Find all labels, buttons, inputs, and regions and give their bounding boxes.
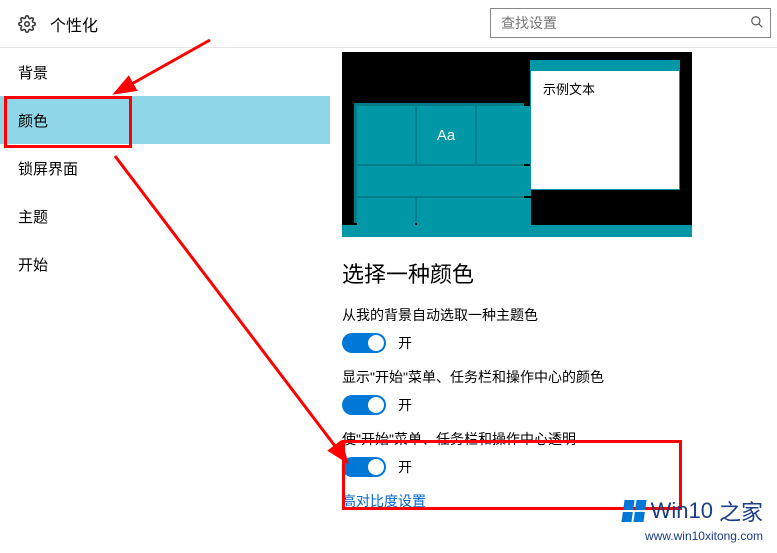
sidebar-item-label: 颜色 — [18, 110, 48, 131]
preview-window-text: 示例文本 — [531, 71, 679, 106]
setting-label: 显示"开始"菜单、任务栏和操作中心的颜色 — [342, 367, 757, 387]
color-preview: Aa 示例文本 — [342, 52, 692, 237]
main-pane: Aa 示例文本 选择一种颜色 从我的背景自动选取一种主题色 开 显示"开始"菜单… — [330, 48, 777, 553]
toggle-transparency[interactable] — [342, 457, 386, 477]
windows-logo-icon — [621, 500, 646, 522]
preview-tile — [357, 106, 415, 164]
preview-tile — [357, 198, 415, 228]
toggle-state: 开 — [398, 333, 412, 353]
sidebar-item-start[interactable]: 开始 — [0, 240, 330, 288]
preview-tile — [417, 198, 531, 228]
gear-icon — [18, 15, 36, 33]
search-field[interactable] — [501, 15, 750, 31]
search-input[interactable] — [490, 8, 771, 38]
toggle-state: 开 — [398, 395, 412, 415]
setting-show-color: 显示"开始"菜单、任务栏和操作中心的颜色 开 — [342, 367, 757, 415]
watermark-brand-b: 之家 — [719, 495, 763, 527]
toggle-state: 开 — [398, 457, 412, 477]
search-icon — [750, 15, 764, 32]
page-title: 个性化 — [50, 12, 98, 36]
sidebar-item-themes[interactable]: 主题 — [0, 192, 330, 240]
toggle-show-color[interactable] — [342, 395, 386, 415]
sidebar-item-lockscreen[interactable]: 锁屏界面 — [0, 144, 330, 192]
section-title: 选择一种颜色 — [342, 257, 757, 289]
watermark: Win10之家 www.win10xitong.com — [623, 495, 763, 543]
preview-tile — [477, 106, 531, 164]
sidebar-item-label: 开始 — [18, 254, 48, 275]
sidebar: 背景 颜色 锁屏界面 主题 开始 — [0, 48, 330, 553]
setting-transparency: 使"开始"菜单、任务栏和操作中心透明 开 — [342, 429, 757, 477]
sidebar-item-colors[interactable]: 颜色 — [0, 96, 330, 144]
preview-window: 示例文本 — [530, 60, 680, 190]
toggle-auto-accent[interactable] — [342, 333, 386, 353]
sidebar-item-label: 锁屏界面 — [18, 158, 78, 179]
preview-taskbar — [342, 225, 692, 237]
sidebar-item-label: 背景 — [18, 62, 48, 83]
setting-label: 使"开始"菜单、任务栏和操作中心透明 — [342, 429, 757, 449]
watermark-url: www.win10xitong.com — [623, 529, 763, 543]
preview-start-menu: Aa — [354, 103, 524, 223]
setting-auto-accent: 从我的背景自动选取一种主题色 开 — [342, 305, 757, 353]
setting-label: 从我的背景自动选取一种主题色 — [342, 305, 757, 325]
preview-tile-aa: Aa — [417, 106, 475, 164]
preview-window-titlebar — [531, 61, 679, 71]
watermark-brand-a: Win10 — [651, 498, 713, 524]
sidebar-item-background[interactable]: 背景 — [0, 48, 330, 96]
preview-tile — [357, 166, 531, 196]
content: 背景 颜色 锁屏界面 主题 开始 Aa 示例文本 — [0, 48, 777, 553]
sidebar-item-label: 主题 — [18, 206, 48, 227]
